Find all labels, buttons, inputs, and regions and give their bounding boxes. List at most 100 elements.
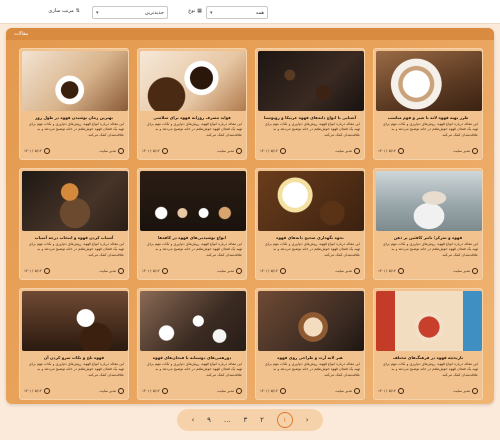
date-text: ۱۴۰۱/۰۵/۱۲: [260, 269, 278, 273]
clock-icon: [161, 268, 168, 274]
article-title[interactable]: بهترین زمان نوشیدن قهوه در طول روز: [23, 115, 125, 120]
clock-icon: [161, 388, 168, 394]
article-date: ۱۴۰۱/۰۵/۱۲: [378, 388, 404, 394]
article-card[interactable]: قهوه تلخ و نکات سرو کردن آن این مقاله درب…: [19, 288, 129, 400]
date-text: ۱۴۰۱/۰۵/۱۲: [24, 149, 42, 153]
article-image[interactable]: [258, 51, 364, 111]
article-meta: مدیر سایت ۱۴۰۱/۰۵/۱۲: [260, 386, 360, 396]
article-image[interactable]: [140, 51, 246, 111]
author-text: مدیر سایت: [217, 269, 234, 273]
article-meta: مدیر سایت ۱۴۰۱/۰۵/۱۲: [378, 146, 478, 156]
author-text: مدیر سایت: [99, 389, 116, 393]
author-text: مدیر سایت: [335, 389, 352, 393]
top-bar: ⇅ مرتب سازی جدیدترین ▾ ▦ نوع همه ▾: [0, 0, 500, 24]
article-title[interactable]: قهوه و تمرکز؛ تاثیر کافئین بر ذهن: [377, 235, 479, 240]
article-image[interactable]: [258, 171, 364, 231]
articles-grid: طرز تهیه قهوه لاته با شیر و فوم مناسب این…: [17, 48, 483, 400]
article-title[interactable]: آسیاب کردن قهوه و انتخاب درجه آسیاب: [23, 235, 125, 240]
article-excerpt: این مقاله درباره انواع قهوه، روش‌های دم‌…: [146, 122, 242, 137]
article-title[interactable]: انواع نوشیدنی‌های قهوه در کافه‌ها: [141, 235, 243, 240]
author-text: مدیر سایت: [453, 269, 470, 273]
article-date: ۱۴۰۱/۰۵/۱۲: [378, 148, 404, 154]
article-card[interactable]: هنر لاته آرت و طراحی روی قهوه این مقاله د…: [255, 288, 365, 400]
article-image[interactable]: [22, 171, 128, 231]
current-page-button[interactable]: ۱: [276, 412, 293, 428]
article-card[interactable]: فواید مصرف روزانه قهوه برای سلامتی این مق…: [137, 48, 247, 160]
sort-label-text: مرتب سازی: [48, 8, 74, 14]
panel-header: مقالات: [6, 28, 494, 40]
date-text: ۱۴۰۱/۰۵/۱۲: [260, 149, 278, 153]
article-title[interactable]: قهوه تلخ و نکات سرو کردن آن: [23, 355, 125, 360]
article-image[interactable]: [22, 291, 128, 351]
date-text: ۱۴۰۱/۰۵/۱۲: [142, 389, 160, 393]
user-icon: [236, 268, 242, 274]
clock-icon: [43, 148, 50, 154]
page-3-button[interactable]: ۳: [243, 416, 247, 424]
article-title[interactable]: آشنایی با انواع دانه‌های قهوه عربیکا و ر…: [259, 115, 361, 120]
type-label: ▦ نوع: [188, 8, 202, 14]
article-author: مدیر سایت: [99, 268, 124, 274]
article-title[interactable]: دورهمی‌های دوستانه با فنجان‌های قهوه: [141, 355, 243, 360]
article-author: مدیر سایت: [99, 148, 124, 154]
author-text: مدیر سایت: [217, 389, 234, 393]
date-text: ۱۴۰۱/۰۵/۱۲: [142, 269, 160, 273]
article-meta: مدیر سایت ۱۴۰۱/۰۵/۱۲: [24, 266, 124, 276]
article-author: مدیر سایت: [217, 268, 242, 274]
article-title[interactable]: فواید مصرف روزانه قهوه برای سلامتی: [141, 115, 243, 120]
article-image[interactable]: [22, 51, 128, 111]
article-image[interactable]: [376, 51, 482, 111]
article-title[interactable]: نحوه نگهداری صحیح دانه‌های قهوه: [259, 235, 361, 240]
article-author: مدیر سایت: [453, 388, 478, 394]
article-meta: مدیر سایت ۱۴۰۱/۰۵/۱۲: [260, 266, 360, 276]
user-icon: [236, 388, 242, 394]
prev-page-button[interactable]: ‹: [191, 416, 194, 424]
article-date: ۱۴۰۱/۰۵/۱۲: [260, 388, 286, 394]
page-9-button[interactable]: ۹: [207, 416, 211, 424]
article-title[interactable]: طرز تهیه قهوه لاته با شیر و فوم مناسب: [377, 115, 479, 120]
article-image[interactable]: [140, 171, 246, 231]
article-card[interactable]: بهترین زمان نوشیدن قهوه در طول روز این مق…: [19, 48, 129, 160]
article-meta: مدیر سایت ۱۴۰۱/۰۵/۱۲: [142, 386, 242, 396]
article-title[interactable]: هنر لاته آرت و طراحی روی قهوه: [259, 355, 361, 360]
author-text: مدیر سایت: [335, 149, 352, 153]
type-select[interactable]: همه ▾: [206, 6, 268, 19]
article-image[interactable]: [258, 291, 364, 351]
user-icon: [354, 388, 360, 394]
chevron-down-icon: ▾: [96, 9, 99, 16]
next-page-button[interactable]: ›: [306, 416, 309, 424]
article-date: ۱۴۰۱/۰۵/۱۲: [378, 268, 404, 274]
article-card[interactable]: طرز تهیه قهوه لاته با شیر و فوم مناسب این…: [373, 48, 483, 160]
article-card[interactable]: دورهمی‌های دوستانه با فنجان‌های قهوه این …: [137, 288, 247, 400]
article-title[interactable]: تاریخچه قهوه در فرهنگ‌های مختلف: [377, 355, 479, 360]
article-card[interactable]: قهوه و تمرکز؛ تاثیر کافئین بر ذهن این مقا…: [373, 168, 483, 280]
article-author: مدیر سایت: [335, 388, 360, 394]
type-label-text: نوع: [188, 8, 196, 14]
article-image[interactable]: [376, 291, 482, 351]
article-date: ۱۴۰۱/۰۵/۱۲: [260, 148, 286, 154]
article-excerpt: این مقاله درباره انواع قهوه، روش‌های دم‌…: [28, 362, 124, 377]
author-text: مدیر سایت: [99, 269, 116, 273]
article-card[interactable]: انواع نوشیدنی‌های قهوه در کافه‌ها این مقا…: [137, 168, 247, 280]
date-text: ۱۴۰۱/۰۵/۱۲: [24, 269, 42, 273]
article-date: ۱۴۰۱/۰۵/۱۲: [24, 388, 50, 394]
article-date: ۱۴۰۱/۰۵/۱۲: [260, 268, 286, 274]
user-icon: [354, 148, 360, 154]
sort-select[interactable]: جدیدترین ▾: [92, 6, 168, 19]
article-author: مدیر سایت: [453, 268, 478, 274]
user-icon: [236, 148, 242, 154]
clock-icon: [43, 388, 50, 394]
chevron-down-icon: ▾: [210, 9, 213, 16]
article-card[interactable]: تاریخچه قهوه در فرهنگ‌های مختلف این مقاله…: [373, 288, 483, 400]
article-card[interactable]: آسیاب کردن قهوه و انتخاب درجه آسیاب این م…: [19, 168, 129, 280]
article-card[interactable]: نحوه نگهداری صحیح دانه‌های قهوه این مقاله…: [255, 168, 365, 280]
author-text: مدیر سایت: [335, 269, 352, 273]
clock-icon: [161, 148, 168, 154]
article-image[interactable]: [140, 291, 246, 351]
user-icon: [118, 388, 124, 394]
article-author: مدیر سایت: [453, 148, 478, 154]
pagination-ellipsis: ...: [223, 416, 231, 424]
article-image[interactable]: [376, 171, 482, 231]
page-2-button[interactable]: ۲: [260, 416, 264, 424]
article-card[interactable]: آشنایی با انواع دانه‌های قهوه عربیکا و ر…: [255, 48, 365, 160]
article-author: مدیر سایت: [217, 148, 242, 154]
